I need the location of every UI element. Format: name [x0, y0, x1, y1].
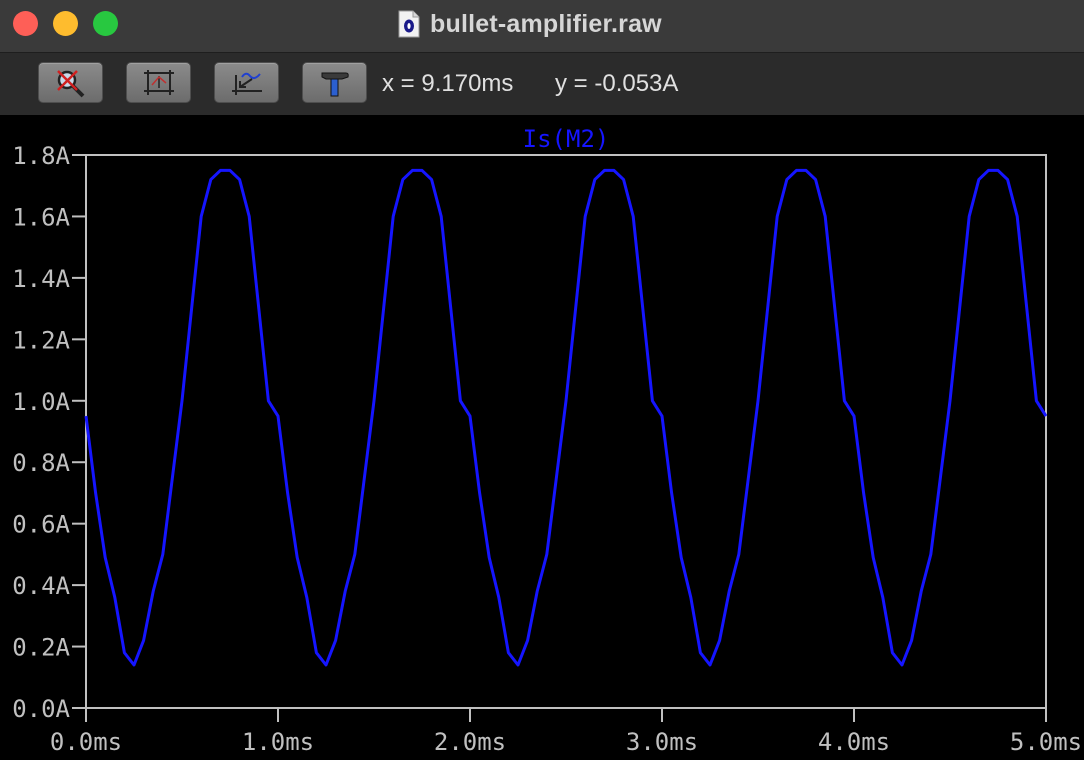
zoom-back-button[interactable] — [214, 62, 279, 103]
zoom-back-icon — [231, 72, 262, 95]
y-tick-label: 0.8A — [12, 449, 70, 477]
zoom-cancel-button[interactable] — [38, 62, 103, 103]
minimize-window-button[interactable] — [53, 11, 78, 36]
window-titlebar: bullet-amplifier.raw — [0, 0, 1084, 53]
x-tick-label: 0.0ms — [50, 728, 122, 756]
window-title-group: bullet-amplifier.raw — [398, 8, 662, 40]
plot-frame — [85, 154, 1047, 709]
autorange-button[interactable] — [126, 62, 191, 103]
hammer-icon — [321, 72, 349, 96]
y-tick-label: 1.8A — [12, 142, 70, 170]
x-tick-label: 4.0ms — [818, 728, 890, 756]
y-tick-label: 1.2A — [12, 326, 70, 354]
y-tick-label: 0.6A — [12, 511, 70, 539]
y-tick-label: 0.0A — [12, 695, 70, 723]
y-tick-label: 1.4A — [12, 265, 70, 293]
x-tick-label: 5.0ms — [1010, 728, 1082, 756]
cursor-x-readout: x = 9.170ms — [382, 70, 514, 97]
waveform-plot-pane[interactable]: 0.0A 0.2A 0.4A 0.6A 0.8A 1.0A 1.2A 1.4A 1.6A 1.8A… — [0, 115, 1084, 760]
toolbar: x = 9.170ms y = -0.053A — [0, 53, 1084, 115]
y-tick-label: 0.4A — [12, 572, 70, 600]
window-title: bullet-amplifier.raw — [430, 9, 662, 38]
trace-title[interactable]: Is(M2) — [523, 125, 610, 153]
hammer-button[interactable] — [302, 62, 367, 103]
x-tick-label: 1.0ms — [242, 728, 314, 756]
autorange-icon — [143, 69, 174, 95]
maximize-window-button[interactable] — [93, 11, 118, 36]
y-tick-label: 1.6A — [12, 203, 70, 231]
trace-line-is-m2 — [84, 168, 1048, 667]
document-icon — [398, 10, 420, 38]
y-tick-label: 1.0A — [12, 388, 70, 416]
x-tick-label: 3.0ms — [626, 728, 698, 756]
cursor-y-readout: y = -0.053A — [555, 70, 679, 97]
waveform-chart[interactable]: 0.0A 0.2A 0.4A 0.6A 0.8A 1.0A 1.2A 1.4A 1.6A 1.8A… — [0, 115, 1084, 760]
zoom-cancel-icon — [56, 69, 84, 97]
y-tick-label: 0.2A — [12, 634, 70, 662]
close-window-button[interactable] — [13, 11, 38, 36]
x-tick-label: 2.0ms — [434, 728, 506, 756]
